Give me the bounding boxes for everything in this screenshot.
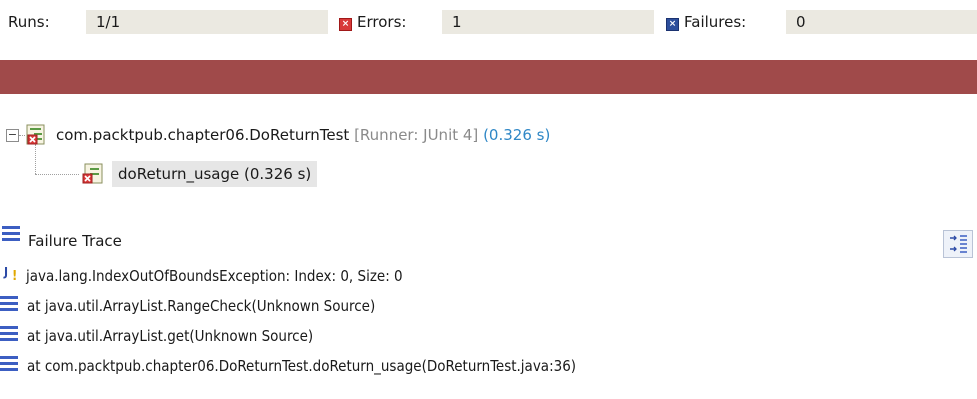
exception-icon: J !: [4, 265, 18, 284]
test-class-name: com.packtpub.chapter06.DoReturnTest: [56, 126, 350, 144]
failure-trace-icon: [2, 226, 20, 242]
trace-text: java.lang.IndexOutOfBoundsException: Ind…: [26, 267, 403, 285]
tree-item-test-method[interactable]: doReturn_usage (0.326 s): [0, 161, 977, 187]
stack-frame-icon: [0, 356, 18, 372]
progress-fill: [0, 60, 977, 94]
trace-text: at com.packtpub.chapter06.DoReturnTest.d…: [27, 357, 577, 375]
filter-stack-trace-button[interactable]: [943, 230, 973, 258]
tree-item-root[interactable]: com.packtpub.chapter06.DoReturnTest [Run…: [0, 122, 977, 148]
runner-label: [Runner: JUnit 4]: [354, 126, 479, 144]
test-counters-bar: Runs: 1/1 × Errors: 1 × Failures: 0: [0, 0, 977, 44]
trace-line-exception[interactable]: J ! java.lang.IndexOutOfBoundsException:…: [0, 262, 977, 290]
error-icon: ×: [339, 18, 352, 31]
runs-value: 1/1: [96, 13, 121, 31]
failures-value: 0: [796, 13, 806, 31]
trace-line-stack-frame[interactable]: at java.util.ArrayList.get(Unknown Sourc…: [0, 322, 977, 350]
failures-label: Failures:: [684, 13, 747, 31]
errors-label-wrap: × Errors:: [339, 13, 406, 31]
test-class-time: (0.326 s): [483, 126, 551, 144]
errors-value: 1: [452, 13, 462, 31]
progress-bar: [0, 60, 977, 94]
trace-line-stack-frame[interactable]: at java.util.ArrayList.RangeCheck(Unknow…: [0, 292, 977, 320]
failure-trace-title: Failure Trace: [28, 232, 122, 250]
runs-label: Runs:: [8, 13, 50, 31]
stack-frame-icon: [0, 326, 18, 342]
filter-trace-icon: [950, 235, 967, 253]
failure-trace-header: Failure Trace: [0, 226, 977, 260]
trace-text: at java.util.ArrayList.RangeCheck(Unknow…: [27, 297, 376, 315]
test-method-label[interactable]: doReturn_usage (0.326 s): [112, 161, 318, 187]
stack-frame-icon: [0, 296, 18, 312]
trace-text: at java.util.ArrayList.get(Unknown Sourc…: [27, 327, 314, 345]
failures-count: 0: [786, 10, 977, 34]
trace-line-stack-frame[interactable]: at com.packtpub.chapter06.DoReturnTest.d…: [0, 352, 977, 380]
test-error-icon: [82, 163, 103, 184]
failures-label-wrap: × Failures:: [666, 13, 746, 31]
errors-count: 1: [442, 10, 654, 34]
errors-label: Errors:: [357, 13, 407, 31]
failure-icon: ×: [666, 18, 679, 31]
test-suite-error-icon: [26, 124, 45, 145]
runs-count: 1/1: [86, 10, 328, 34]
